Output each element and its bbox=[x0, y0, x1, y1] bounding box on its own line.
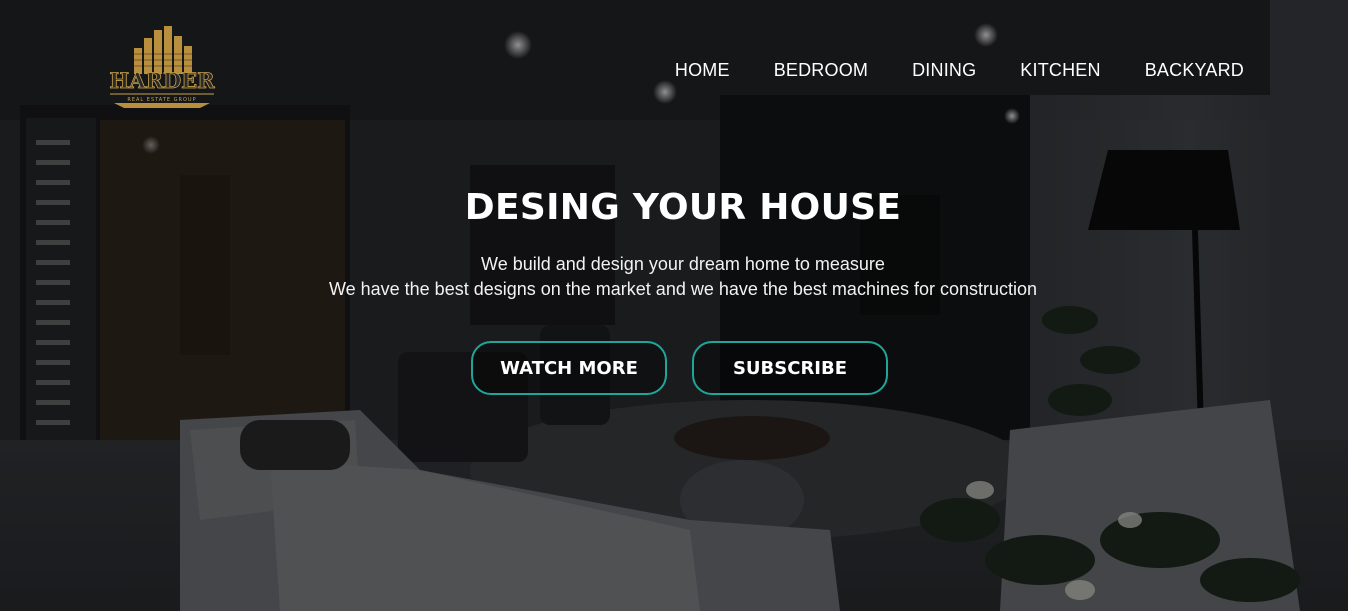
tagline-line-1: We build and design your dream home to m… bbox=[481, 254, 885, 274]
nav-dining[interactable]: DINING bbox=[912, 59, 976, 81]
watch-more-button[interactable]: WATCH MORE bbox=[471, 341, 667, 395]
building-skyline-icon bbox=[134, 26, 192, 74]
tagline-line-2: We have the best designs on the market a… bbox=[328, 279, 1038, 299]
main-nav: HOME BEDROOM DINING KITCHEN BACKYARD bbox=[675, 59, 1244, 81]
hero-section: HARDER REAL ESTATE GROUP HOME BEDROOM DI… bbox=[0, 0, 1348, 611]
hero-buttons: WATCH MORE SUBSCRIBE bbox=[471, 341, 888, 395]
logo-wordmark: HARDER bbox=[109, 68, 215, 93]
nav-backyard[interactable]: BACKYARD bbox=[1145, 59, 1244, 81]
nav-bedroom[interactable]: BEDROOM bbox=[774, 59, 868, 81]
hero-title: DESING YOUR HOUSE bbox=[464, 187, 902, 228]
nav-home[interactable]: HOME bbox=[675, 59, 730, 81]
hero-tagline: We build and design your dream home to m… bbox=[0, 252, 1348, 302]
hero-content: DESING YOUR HOUSE We build and design yo… bbox=[0, 188, 1348, 302]
subscribe-button[interactable]: SUBSCRIBE bbox=[692, 341, 888, 395]
logo-subtitle: REAL ESTATE GROUP bbox=[127, 97, 196, 103]
nav-kitchen[interactable]: KITCHEN bbox=[1020, 59, 1100, 81]
harder-logo[interactable]: HARDER REAL ESTATE GROUP bbox=[104, 24, 220, 108]
